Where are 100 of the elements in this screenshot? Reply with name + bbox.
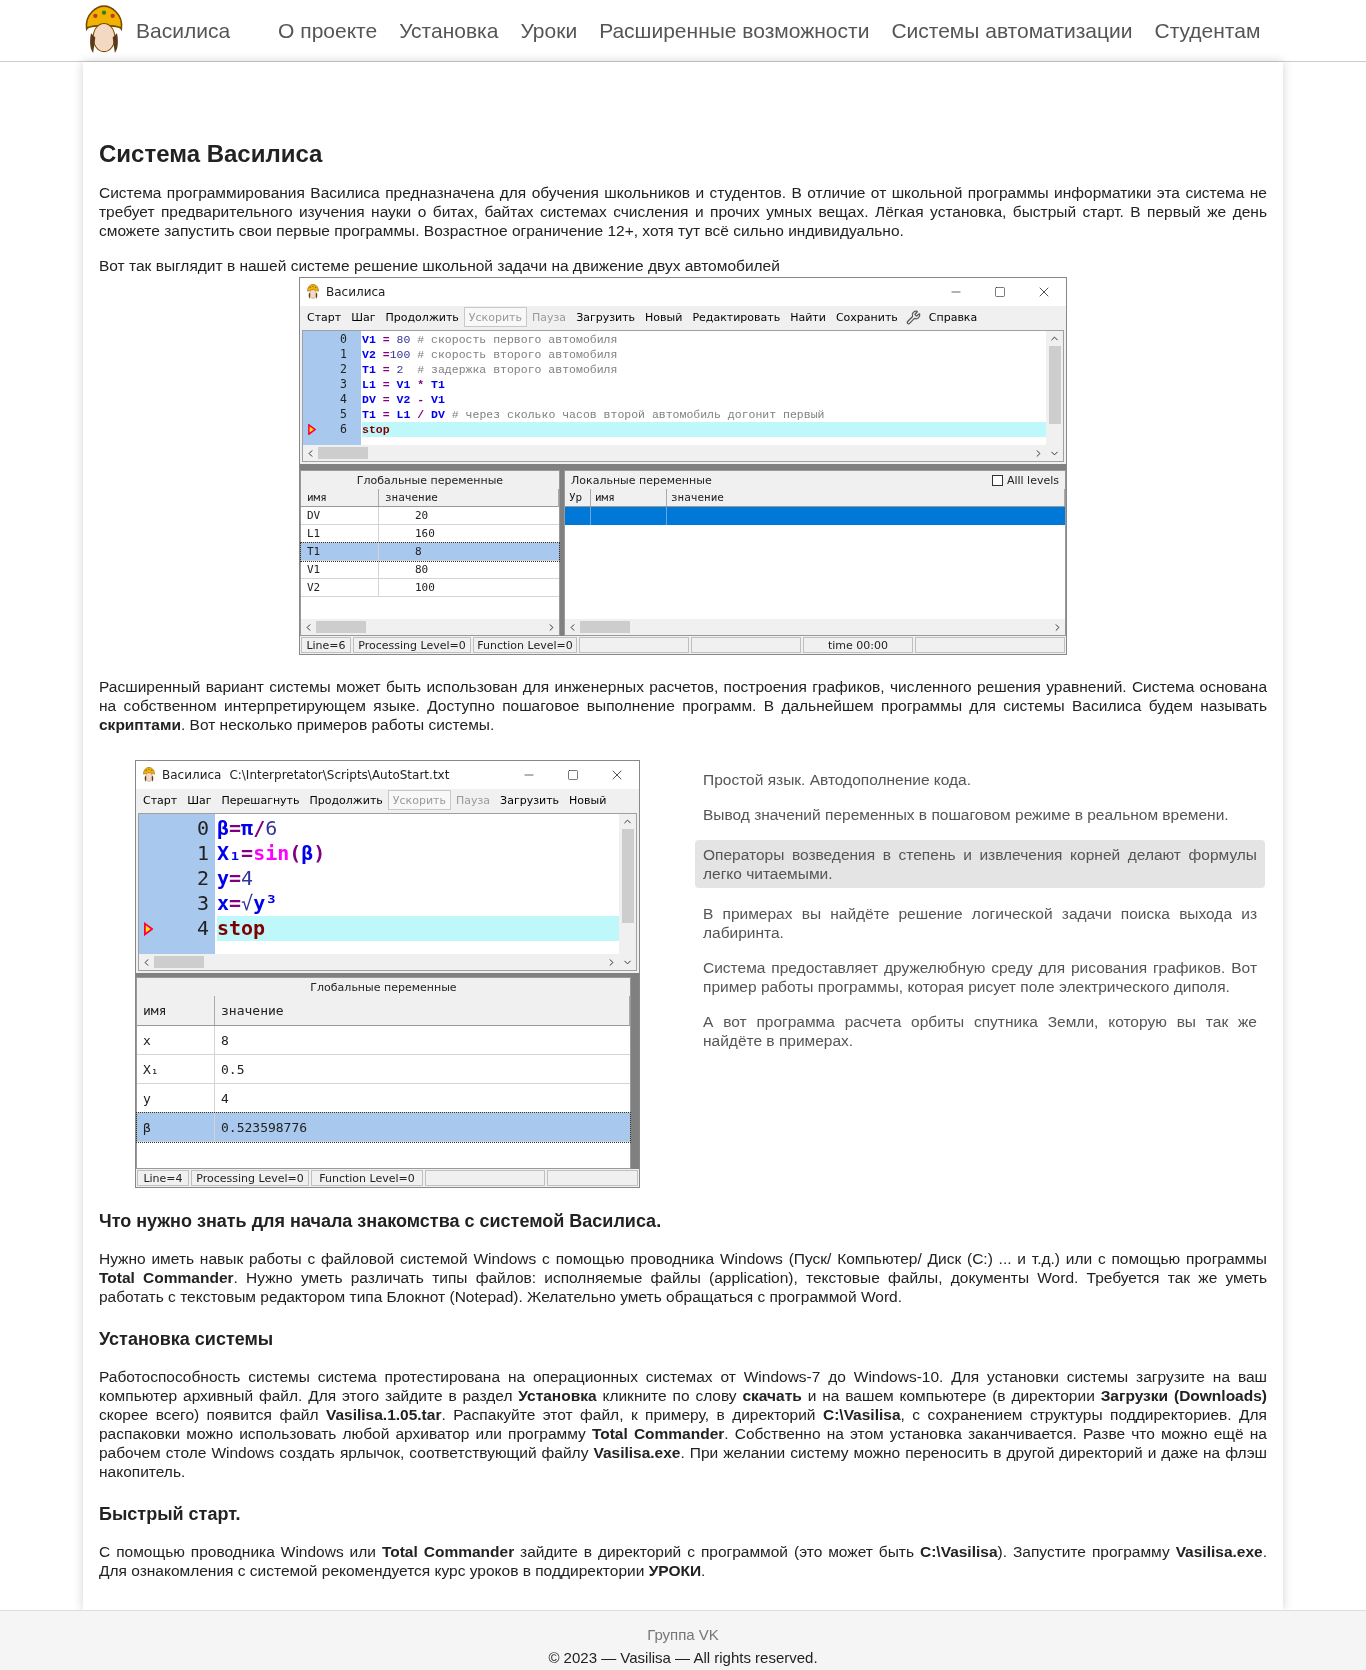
- table-row[interactable]: DV 20: [301, 507, 559, 525]
- menu-button[interactable]: Старт: [138, 790, 183, 810]
- code-line: β=π/6: [217, 816, 279, 841]
- panel-title: Глобальные переменные: [301, 471, 559, 489]
- line-number: 4: [339, 391, 348, 408]
- section-heading: Что нужно знать для начала знакомства с системой Василиса.: [99, 1212, 663, 1231]
- menu-button[interactable]: Новый: [640, 307, 688, 327]
- file-path: C:\Interpretator\Scripts\AutoStart.txt: [229, 766, 450, 784]
- status-panel: Processing Level=0: [191, 1170, 309, 1186]
- section-heading: Быстрый старт.: [99, 1505, 242, 1524]
- status-panel: Function Level=0: [473, 637, 577, 653]
- column-header[interactable]: имя: [301, 489, 379, 506]
- menu-button[interactable]: Загрузить: [495, 790, 565, 810]
- panel-title: Глобальные переменные: [137, 978, 630, 996]
- table-cell-text: 0.523598776: [220, 1118, 309, 1137]
- table-row[interactable]: [565, 507, 1065, 525]
- table-cell: V2: [301, 579, 379, 596]
- nav-link[interactable]: О проекте: [278, 14, 378, 47]
- line-number: 4: [195, 919, 210, 938]
- code-line: x=√y³: [217, 891, 279, 916]
- logo-icon: [142, 767, 156, 783]
- line-number: 0: [339, 331, 348, 348]
- table-cell: DV: [301, 507, 379, 524]
- line-number: 3: [195, 894, 210, 913]
- status-panel: Line=6: [301, 637, 351, 653]
- scrollbar-thumb[interactable]: [621, 829, 634, 923]
- checkbox-label: Alll levels: [1006, 472, 1059, 489]
- menu-button[interactable]: Старт: [302, 307, 347, 327]
- checkbox[interactable]: [991, 474, 1003, 486]
- table-row[interactable]: x 8: [137, 1026, 630, 1055]
- table-row[interactable]: V1 80: [301, 561, 559, 579]
- feature-text: Вывод значений переменных в пошаговом режиме в реальном времени.: [702, 805, 1230, 824]
- horizontal-scrollbar[interactable]: [139, 954, 619, 970]
- column-header[interactable]: имя: [591, 489, 667, 506]
- column-header[interactable]: значение: [667, 489, 1065, 506]
- page-title: Система Василиса: [99, 144, 324, 163]
- paragraph: Система программирования Василиса предназначена для обучения школьников и студентов. В отличие от школьной программы информатики эта система не требует предварительного изучения науки о битах, байтах системах счисления и прочих умных вещах. Лёгкая установка, быстрый старт. В первый же день сможете запустить свои первые программы. Возрастное ограничение 12+, хотя тут всё сильно индивидуально.: [99, 183, 1267, 240]
- scrollbar-thumb[interactable]: [1048, 346, 1061, 424]
- table-row[interactable]: β 0.523598776: [137, 1113, 630, 1142]
- line-number: 1: [339, 346, 348, 363]
- line-number: 5: [339, 406, 348, 423]
- nav-link[interactable]: Уроки: [520, 14, 578, 47]
- line-number: 2: [339, 361, 348, 378]
- menu-button[interactable]: Продолжить: [304, 790, 388, 810]
- nav-link[interactable]: Студентам: [1154, 14, 1261, 47]
- table-cell-text: 8: [220, 1031, 230, 1050]
- line-number: 3: [339, 376, 348, 393]
- feature-text: Система предоставляет дружелюбную среду для рисования графиков. Вот пример работы программы, которая рисует поле электрического диполя.: [702, 958, 1258, 996]
- maximize-icon: [994, 286, 1006, 298]
- status-panel: Function Level=0: [311, 1170, 423, 1186]
- site-logo-link[interactable]: Василиса: [136, 14, 231, 47]
- nav-link[interactable]: Установка: [399, 14, 499, 47]
- scrollbar-thumb[interactable]: [580, 621, 630, 633]
- vertical-scrollbar[interactable]: [619, 814, 636, 970]
- scrollbar-thumb[interactable]: [316, 621, 366, 633]
- column-header[interactable]: значение: [215, 996, 630, 1025]
- line-number: 0: [195, 819, 210, 838]
- window-title: Василиса: [326, 283, 386, 301]
- nav-link[interactable]: Расширенные возможности: [599, 14, 870, 47]
- menu-button[interactable]: Найти: [785, 307, 831, 327]
- horizontal-scrollbar[interactable]: [303, 445, 1046, 461]
- table-cell-text: 0.5: [220, 1060, 246, 1079]
- menu-button[interactable]: Продолжить: [380, 307, 464, 327]
- menu-button[interactable]: Сохранить: [830, 307, 903, 327]
- column-header[interactable]: Ур: [565, 489, 591, 506]
- footer-link[interactable]: Группа VK: [647, 1624, 719, 1647]
- line-number: 2: [195, 869, 210, 888]
- vertical-scrollbar[interactable]: [1046, 331, 1063, 461]
- table-cell-text: 80: [414, 562, 430, 578]
- menu-button[interactable]: Справка: [923, 307, 983, 327]
- code-line: y=4: [217, 866, 255, 891]
- menu-button[interactable]: Загрузить: [571, 307, 641, 327]
- menu-button[interactable]: Шаг: [182, 790, 217, 810]
- feature-text: Простой язык. Автодополнение кода.: [702, 770, 973, 789]
- table-cell: X₁: [137, 1055, 215, 1083]
- scrollbar-thumb[interactable]: [154, 956, 204, 968]
- menu-button[interactable]: Перешагнуть: [216, 790, 305, 810]
- status-panel: time 00:00: [803, 637, 913, 653]
- tools-icon: [905, 309, 921, 325]
- table-row[interactable]: V2 100: [301, 579, 559, 597]
- menu-button[interactable]: Редактировать: [687, 307, 786, 327]
- table-row[interactable]: T1 8: [301, 543, 559, 561]
- table-row[interactable]: X₁ 0.5: [137, 1055, 630, 1084]
- nav-link[interactable]: Системы автоматизации: [891, 14, 1133, 47]
- feature-text: Операторы возведения в степень и извлечения корней делают формулы легко читаемыми.: [695, 840, 1265, 888]
- menu-button[interactable]: Новый: [564, 790, 612, 810]
- code-line: V1 = 80 # скорость первого автомобиля: [362, 332, 619, 347]
- column-header[interactable]: значение: [379, 489, 559, 506]
- feature-text: В примерах вы найдёте решение логической задачи поиска выхода из лабиринта.: [702, 904, 1258, 942]
- horizontal-scrollbar[interactable]: [565, 619, 1065, 635]
- panel-title: Локальные переменные: [571, 472, 712, 489]
- menu-button[interactable]: Шаг: [346, 307, 381, 327]
- table-cell: T1: [301, 543, 379, 560]
- horizontal-scrollbar[interactable]: [301, 619, 559, 635]
- code-line: DV = V2 - V1: [362, 392, 446, 407]
- paragraph: Вот так выглядит в нашей системе решение школьной задачи на движение двух автомобилей: [99, 256, 781, 275]
- column-header[interactable]: имя: [137, 996, 215, 1025]
- table-cell-text: 160: [414, 526, 436, 542]
- scrollbar-thumb[interactable]: [318, 447, 368, 459]
- code-line: T1 = L1 / DV # через сколько часов второй автомобиль догонит первый: [362, 407, 826, 422]
